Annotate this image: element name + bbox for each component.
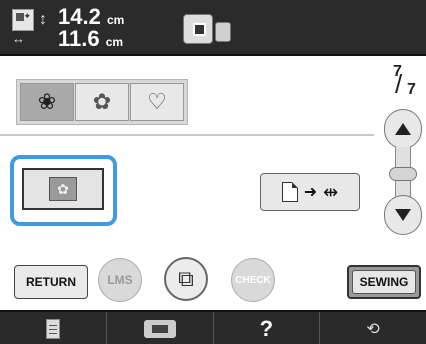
height-arrow-icon: ↕ xyxy=(39,11,47,28)
document-icon xyxy=(281,182,298,202)
pattern-thumbnail-icon: ✿ xyxy=(49,177,77,201)
width-arrow-icon: ↔ xyxy=(12,31,25,46)
check-button[interactable]: CHECK xyxy=(231,258,275,302)
scroll-thumb[interactable] xyxy=(389,167,417,181)
arrow-icon: ➜ xyxy=(303,184,318,201)
settings-button[interactable]: ⟲ xyxy=(320,312,426,344)
sewing-machine-icon xyxy=(143,320,176,338)
down-arrow-icon xyxy=(395,209,411,221)
up-arrow-icon xyxy=(395,123,411,135)
embroidery-frame-icon xyxy=(183,14,231,44)
saved-pattern-button[interactable]: ✿ xyxy=(22,168,104,210)
pattern-light-icon[interactable]: ♡ xyxy=(130,83,184,121)
sewing-button[interactable]: SEWING xyxy=(347,265,421,299)
divider xyxy=(0,134,374,136)
size-icon: ✦ xyxy=(12,9,34,31)
document-icon xyxy=(45,319,60,339)
page-scroller xyxy=(384,109,422,237)
status-bar: ✦ ↕ ↔ 14.2 cm 11.6 cm xyxy=(0,0,426,56)
page-down-button[interactable] xyxy=(384,195,422,235)
lms-button[interactable]: LMS xyxy=(98,258,142,302)
return-button[interactable]: RETURN xyxy=(14,265,88,299)
action-row: RETURN LMS ⧉ CHECK SEWING xyxy=(0,250,426,302)
mirror-icon: ⧉ xyxy=(178,266,194,291)
pattern-category-tabs: ❀ ✿ ♡ xyxy=(16,79,188,125)
page-indicator: 7 / 7 xyxy=(393,63,416,99)
pattern-width: 11.6 cm xyxy=(58,26,124,51)
help-button[interactable]: ? xyxy=(214,312,321,344)
usb-icon: ⇹ xyxy=(323,181,339,202)
save-to-usb-button[interactable]: ➜ ⇹ xyxy=(260,173,360,211)
help-icon: ? xyxy=(259,316,274,341)
pattern-color-icon[interactable]: ❀ xyxy=(20,83,74,121)
mirror-image-button[interactable]: ⧉ xyxy=(164,257,208,301)
settings-icon: ⟲ xyxy=(366,321,380,338)
pattern-outline-icon[interactable]: ✿ xyxy=(75,83,129,121)
page-up-button[interactable] xyxy=(384,109,422,149)
machine-button[interactable] xyxy=(107,312,214,344)
bottom-bar: ? ⟲ xyxy=(0,310,426,344)
instructions-button[interactable] xyxy=(0,312,107,344)
